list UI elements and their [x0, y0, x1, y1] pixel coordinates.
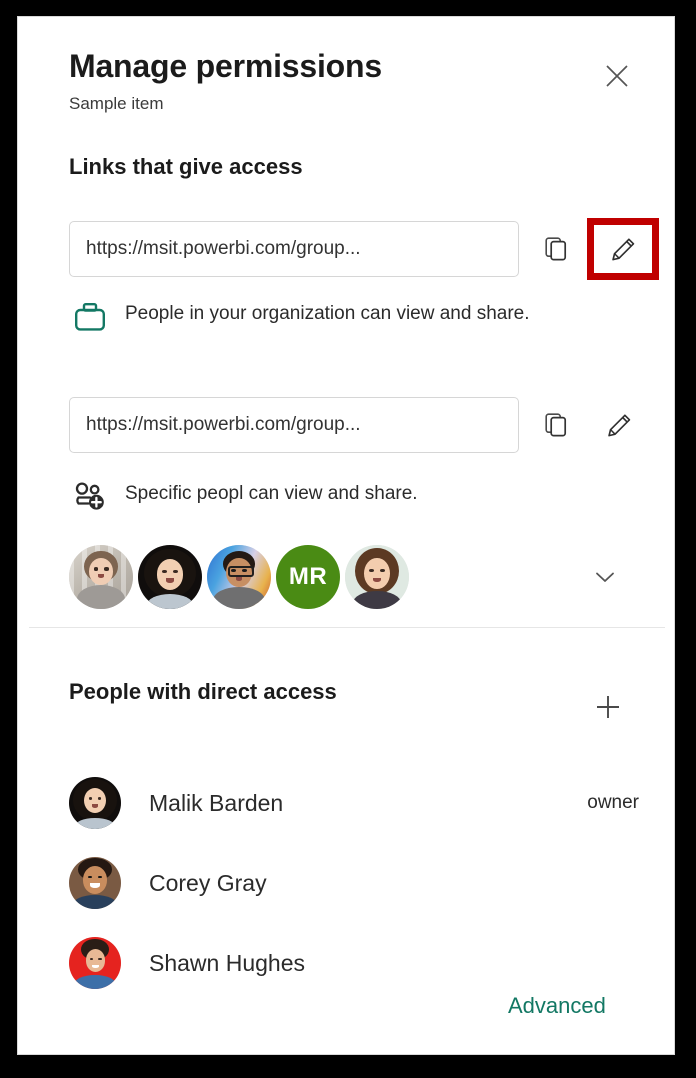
copy-icon	[545, 237, 567, 261]
plus-icon	[597, 696, 619, 718]
avatar[interactable]	[345, 545, 409, 609]
person-role: owner	[587, 792, 639, 813]
links-section-heading: Links that give access	[69, 154, 303, 179]
chevron-down-icon	[596, 572, 614, 582]
person-row[interactable]: Shawn Hughes	[69, 933, 645, 993]
person-row[interactable]: Corey Gray	[69, 853, 645, 913]
link-description: People in your organization can view and…	[69, 299, 589, 333]
link-row: https://msit.powerbi.com/group...	[69, 397, 645, 453]
avatar-initials[interactable]: MR	[276, 545, 340, 609]
avatar	[69, 857, 121, 909]
pencil-icon	[607, 413, 630, 436]
edit-link-button[interactable]	[596, 402, 642, 448]
link-url-field[interactable]: https://msit.powerbi.com/group...	[69, 397, 519, 453]
avatar-photo	[345, 545, 409, 609]
person-name: Shawn Hughes	[149, 950, 305, 976]
close-icon	[606, 65, 628, 87]
section-divider	[29, 627, 665, 628]
copy-icon	[545, 413, 567, 437]
avatar-photo	[69, 777, 121, 829]
dialog-subtitle: Sample item	[69, 94, 164, 113]
avatar-photo	[69, 937, 121, 989]
link-description-text: Specific peopl can view and share.	[125, 483, 418, 504]
avatar[interactable]	[69, 545, 133, 609]
shared-with-avatar-stack: MR	[69, 544, 414, 610]
link-url-text: https://msit.powerbi.com/group...	[86, 414, 361, 435]
people-section-heading: People with direct access	[69, 679, 337, 704]
dialog-header: Manage permissions Sample item	[18, 17, 674, 137]
copy-link-button[interactable]	[533, 402, 579, 448]
link-row: https://msit.powerbi.com/group...	[69, 218, 659, 280]
copy-link-button[interactable]	[533, 226, 579, 272]
avatar[interactable]	[207, 545, 271, 609]
advanced-link[interactable]: Advanced	[508, 992, 606, 1020]
pencil-icon	[611, 237, 634, 260]
avatar-photo	[69, 857, 121, 909]
person-name: Corey Gray	[149, 870, 267, 896]
add-people-button[interactable]	[583, 682, 633, 732]
link-url-field[interactable]: https://msit.powerbi.com/group...	[69, 221, 519, 277]
link-url-text: https://msit.powerbi.com/group...	[86, 238, 361, 259]
avatar-photo	[138, 545, 202, 609]
avatar-photo	[69, 545, 133, 609]
avatar-photo	[207, 545, 271, 609]
person-name: Malik Barden	[149, 790, 284, 816]
people-add-icon	[69, 479, 111, 513]
manage-permissions-dialog: Manage permissions Sample item Links tha…	[17, 16, 675, 1055]
avatar	[69, 937, 121, 989]
link-description: Specific peopl can view and share.	[69, 479, 589, 513]
avatar	[69, 777, 121, 829]
close-button[interactable]	[596, 55, 638, 97]
expand-avatars-button[interactable]	[580, 552, 630, 602]
edit-link-button-highlighted[interactable]	[587, 218, 659, 280]
avatar-initials-text: MR	[288, 563, 328, 590]
link-description-text: People in your organization can view and…	[125, 303, 530, 324]
person-row[interactable]: Malik Barden owner	[69, 773, 645, 833]
screenshot-frame: Manage permissions Sample item Links tha…	[0, 0, 696, 1078]
avatar[interactable]	[138, 545, 202, 609]
page-title: Manage permissions	[69, 48, 382, 84]
briefcase-icon	[69, 299, 111, 333]
